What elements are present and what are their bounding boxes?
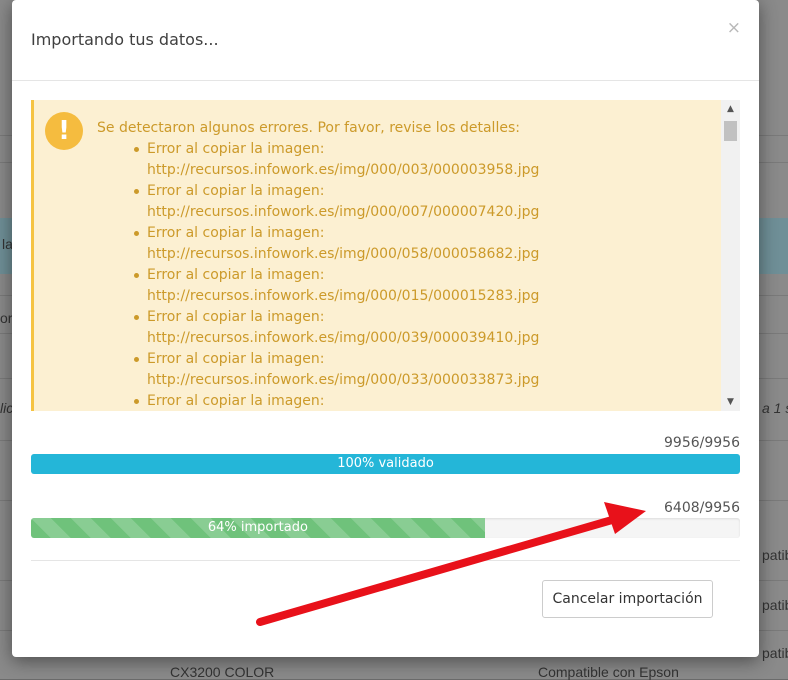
arrow-shaft [256, 516, 616, 626]
annotation-arrow [256, 502, 646, 626]
arrow-head [604, 502, 646, 534]
